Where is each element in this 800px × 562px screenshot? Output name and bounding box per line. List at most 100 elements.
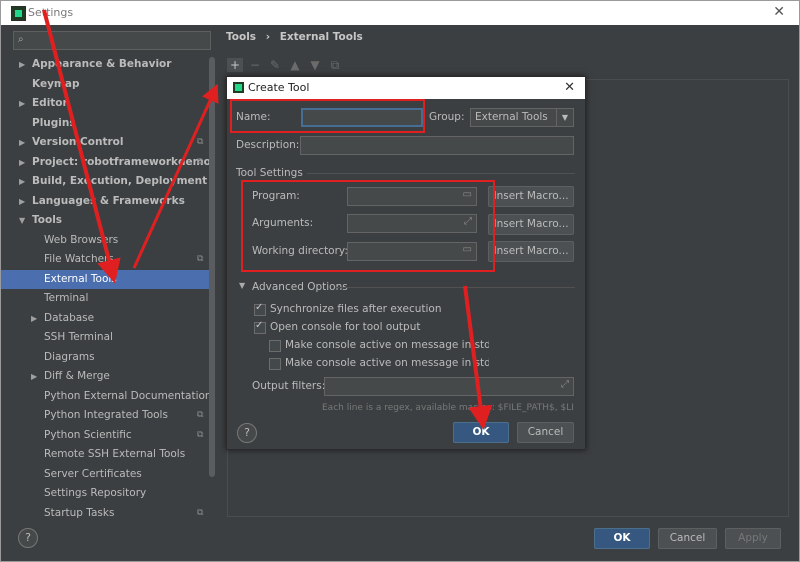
copy-icon[interactable]: ⧉ <box>327 58 343 73</box>
breadcrumb: Tools › External Tools <box>226 31 369 43</box>
pycharm-icon <box>11 6 26 21</box>
sidebar-item-settings-repository[interactable]: Settings Repository <box>44 484 146 503</box>
sidebar-item-database[interactable]: ▶ Database <box>31 309 94 328</box>
sidebar-item-languages-frameworks[interactable]: ▶ Languages & Frameworks <box>19 192 185 211</box>
name-highlight-box <box>230 99 425 133</box>
close-icon[interactable]: ✕ <box>773 4 785 20</box>
sidebar-item-diff-merge[interactable]: ▶ Diff & Merge <box>31 367 110 386</box>
collapse-arrow-icon[interactable]: ▼ <box>239 281 245 290</box>
dialog-title: Create Tool <box>248 81 310 94</box>
sidebar-item-remote-ssh-external-tools[interactable]: Remote SSH External Tools <box>44 445 185 464</box>
insert-macro-working-dir-button[interactable]: Insert Macro... <box>488 241 574 262</box>
help-button[interactable]: ? <box>18 528 38 548</box>
chevron-down-icon[interactable]: ▼ <box>19 211 25 230</box>
sidebar-item-diagrams[interactable]: Diagrams <box>44 348 95 367</box>
sidebar-item-web-browsers[interactable]: Web Browsers <box>44 231 118 250</box>
chevron-right-icon[interactable]: ▶ <box>19 133 25 152</box>
pycharm-icon <box>233 82 244 93</box>
tools-toolbar: + − ✎ ▲ ▼ ⧉ <box>227 58 347 74</box>
sidebar-item-label: SSH Terminal <box>44 331 113 343</box>
sidebar-item-terminal[interactable]: Terminal <box>44 289 88 308</box>
sync-files-checkbox[interactable] <box>254 302 266 316</box>
sidebar-item-server-certificates[interactable]: Server Certificates <box>44 465 142 484</box>
sidebar-item-label: Appearance & Behavior <box>32 58 172 70</box>
sidebar-item-ssh-terminal[interactable]: SSH Terminal <box>44 328 113 347</box>
sidebar-item-python-external-documentation[interactable]: Python External Documentation <box>44 387 212 406</box>
sidebar-item-python-integrated-tools[interactable]: Python Integrated Tools <box>44 406 168 425</box>
chevron-right-icon[interactable]: ▶ <box>19 94 25 113</box>
sidebar-item-label: Keymap <box>32 77 80 90</box>
apply-button[interactable]: Apply <box>725 528 781 549</box>
console-stderr-checkbox[interactable] <box>269 358 281 370</box>
group-select[interactable]: External Tools ▼ <box>470 108 574 127</box>
remove-icon[interactable]: − <box>247 58 263 72</box>
sidebar-item-label: Editor <box>32 97 68 109</box>
chevron-right-icon[interactable]: ▶ <box>31 367 37 386</box>
sidebar-item-startup-tasks[interactable]: Startup Tasks <box>44 504 114 523</box>
breadcrumb-separator: › <box>265 31 271 43</box>
sidebar-item-label: Settings Repository <box>44 487 147 499</box>
sidebar-item-editor[interactable]: ▶ Editor <box>19 94 68 113</box>
open-console-checkbox[interactable] <box>254 320 266 334</box>
settings-sidebar: ⌕ ▶ Appearance & Behavior Keymap ▶ Editor Plu… <box>1 25 217 521</box>
search-input[interactable]: ⌕ <box>13 31 211 50</box>
sidebar-item-python-scientific[interactable]: Python Scientific <box>44 426 132 445</box>
sidebar-item-tools[interactable]: ▼ Tools <box>19 211 63 230</box>
sidebar-item-label: Diagrams <box>44 350 95 363</box>
sidebar-item-label: Languages & Frameworks <box>32 194 185 207</box>
dialog-help-button[interactable]: ? <box>237 423 257 443</box>
sidebar-item-label: File Watchers <box>44 253 114 265</box>
output-filters-hint: Each line is a regex, available macros: … <box>322 403 574 413</box>
cancel-button[interactable]: Cancel <box>658 528 717 549</box>
chevron-right-icon[interactable]: ▶ <box>19 172 25 191</box>
sidebar-item-plugins[interactable]: Plugins <box>32 114 76 133</box>
chevron-right-icon[interactable]: ▶ <box>19 192 25 211</box>
breadcrumb-parent[interactable]: Tools <box>226 31 256 43</box>
sidebar-scrollbar[interactable] <box>209 57 215 477</box>
sidebar-item-label: Tools <box>32 214 63 226</box>
sidebar-item-keymap[interactable]: Keymap <box>32 75 79 94</box>
edit-icon[interactable]: ✎ <box>267 58 283 72</box>
add-icon[interactable]: + <box>227 58 243 72</box>
sidebar-item-appearance-behavior[interactable]: ▶ Appearance & Behavior <box>19 55 172 74</box>
sidebar-item-build-execution-deployment[interactable]: ▶ Build, Execution, Deployment <box>19 172 207 191</box>
tool-settings-highlight-box <box>241 180 495 272</box>
sync-files-label[interactable]: Synchronize files after execution <box>270 303 442 315</box>
section-divider <box>307 173 575 174</box>
sidebar-item-external-tools[interactable]: External Tools <box>44 270 117 289</box>
console-stdout-label[interactable]: Make console active on message in stdout <box>285 339 489 351</box>
sidebar-item-file-watchers[interactable]: File Watchers <box>44 250 114 269</box>
move-down-icon[interactable]: ▼ <box>307 58 323 72</box>
advanced-options-toggle[interactable]: Advanced Options <box>252 281 348 293</box>
dialog-ok-button[interactable]: OK <box>453 422 509 443</box>
sidebar-item-version-control[interactable]: ▶ Version Control <box>19 133 124 152</box>
insert-macro-arguments-button[interactable]: Insert Macro... <box>488 214 574 235</box>
chevron-right-icon[interactable]: ▶ <box>31 309 37 328</box>
sidebar-item-label: Startup Tasks <box>44 506 115 519</box>
chevron-right-icon[interactable]: ▶ <box>19 55 25 74</box>
description-input[interactable] <box>300 136 574 155</box>
sidebar-item-label: Web Browsers <box>44 233 119 246</box>
console-stdout-checkbox[interactable] <box>269 340 281 352</box>
sidebar-item-label: Remote SSH External Tools <box>44 448 186 460</box>
console-stderr-label[interactable]: Make console active on message in stderr <box>285 357 489 369</box>
ok-button[interactable]: OK <box>594 528 650 549</box>
sidebar-item-label: Version Control <box>32 136 124 148</box>
sidebar-item-label: Python External Documentation <box>44 389 212 402</box>
chevron-right-icon[interactable]: ▶ <box>19 153 25 172</box>
breadcrumb-current: External Tools <box>279 31 363 43</box>
project-settings-icon: ⧉ <box>197 410 204 420</box>
dialog-cancel-button[interactable]: Cancel <box>517 422 574 443</box>
sidebar-item-label: Python Integrated Tools <box>44 409 168 421</box>
expand-icon[interactable]: ⤢ <box>561 379 569 390</box>
window-title: Settings <box>28 6 74 19</box>
open-console-label[interactable]: Open console for tool output <box>270 321 420 333</box>
close-icon[interactable]: ✕ <box>564 80 575 95</box>
sidebar-item-label: Project: robotframeworkdemo <box>32 155 211 168</box>
insert-macro-program-button[interactable]: Insert Macro... <box>488 186 574 207</box>
group-label: Group: <box>429 111 465 123</box>
section-divider <box>335 287 575 288</box>
move-up-icon[interactable]: ▲ <box>287 58 303 72</box>
output-filters-input[interactable]: ⤢ <box>324 377 574 396</box>
sidebar-item-project-robotframeworkdemo[interactable]: ▶ Project: robotframeworkdemo <box>19 153 211 172</box>
